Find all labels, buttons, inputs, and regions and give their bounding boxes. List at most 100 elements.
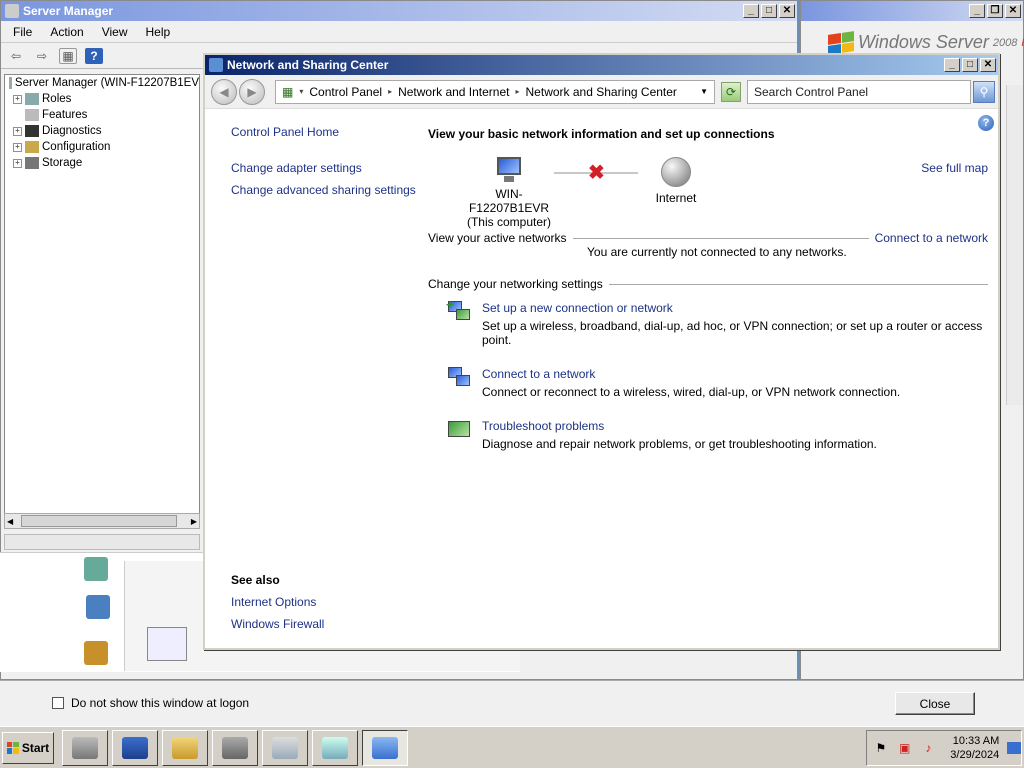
breadcrumb-network-internet[interactable]: Network and Internet	[398, 85, 509, 99]
nsc-close-button[interactable]: ✕	[980, 58, 996, 72]
taskbar-powershell-icon[interactable]	[112, 729, 158, 766]
features-icon	[25, 109, 39, 121]
chevron-right-icon[interactable]: ▸	[516, 87, 520, 96]
tree-item-storage[interactable]: + Storage	[5, 155, 199, 171]
see-full-map-link[interactable]: See full map	[921, 161, 988, 175]
network-sharing-center-window: Network and Sharing Center _ □ ✕ ◀ ▶ ▦ ▾…	[203, 53, 1000, 650]
menu-file[interactable]: File	[13, 25, 32, 39]
taskbar-admin-tools-icon[interactable]	[212, 729, 258, 766]
troubleshoot-link[interactable]: Troubleshoot problems	[482, 419, 604, 433]
windows-flag-icon	[6, 741, 19, 754]
chevron-down-icon[interactable]: ▼	[700, 87, 708, 96]
scroll-right-icon[interactable]: ▶	[191, 517, 197, 526]
speaker-muted-icon[interactable]: ♪	[921, 740, 937, 756]
menu-help[interactable]: Help	[146, 25, 171, 39]
help-icon[interactable]: ?	[85, 47, 103, 64]
forward-arrow-icon[interactable]: ⇨	[33, 48, 51, 64]
server-manager-statusbar	[4, 534, 200, 550]
dont-show-checkbox[interactable]	[52, 697, 64, 709]
add-roles-icon	[84, 557, 108, 581]
background-scrollbar[interactable]	[1006, 85, 1023, 405]
nsc-maximize-button[interactable]: □	[962, 58, 978, 72]
change-adapter-settings-link[interactable]: Change adapter settings	[231, 161, 411, 175]
address-bar[interactable]: ▦ ▾ Control Panel ▸ Network and Internet…	[275, 79, 715, 104]
tree-item-features[interactable]: Features	[5, 107, 199, 123]
show-hide-console-tree-icon[interactable]: ▦	[59, 47, 77, 64]
background-window-titlebar[interactable]: _ ❐ ✕	[801, 1, 1023, 21]
expand-icon[interactable]: +	[13, 142, 22, 152]
server-manager-menubar: File Action View Help	[1, 21, 797, 43]
tree-root-server-manager[interactable]: Server Manager (WIN-F12207B1EV	[5, 75, 199, 91]
windows-server-logo-text: Windows Server	[858, 32, 989, 52]
windows-server-logo-version: 2008	[992, 36, 1018, 49]
diagnostics-icon	[25, 125, 39, 137]
close-button[interactable]: Close	[895, 692, 975, 715]
network-disconnected-icon[interactable]: ▣	[897, 740, 913, 756]
back-arrow-icon[interactable]: ⇦	[7, 48, 25, 64]
tree-item-label: Features	[42, 109, 88, 121]
tree-horizontal-scrollbar[interactable]: ◀ ▶	[4, 513, 200, 529]
scroll-thumb[interactable]	[21, 515, 177, 527]
windows-flag-icon	[828, 30, 854, 55]
this-computer-node[interactable]: WIN-F12207B1EVR (This computer)	[464, 157, 554, 229]
server-manager-title: Server Manager	[23, 4, 114, 18]
expand-icon[interactable]: +	[13, 126, 22, 136]
active-networks-row: View your active networks Connect to a n…	[428, 231, 988, 245]
sm-minimize-button[interactable]: _	[743, 4, 759, 18]
divider	[572, 237, 869, 239]
breadcrumb-network-sharing-center[interactable]: Network and Sharing Center	[526, 85, 677, 99]
refresh-button[interactable]: ⟳	[721, 81, 741, 102]
taskbar-server-manager-icon[interactable]	[62, 729, 108, 766]
chevron-right-icon[interactable]: ▸	[388, 87, 392, 96]
start-label: Start	[21, 740, 50, 755]
tree-item-configuration[interactable]: + Configuration	[5, 139, 199, 155]
start-button[interactable]: Start	[2, 731, 54, 764]
nsc-minimize-button[interactable]: _	[944, 58, 960, 72]
chevron-right-icon[interactable]: ▾	[299, 87, 303, 96]
internet-options-link[interactable]: Internet Options	[231, 595, 324, 609]
search-button[interactable]: ⚲	[973, 80, 995, 103]
configuration-icon	[25, 141, 39, 153]
tree-item-diagnostics[interactable]: + Diagnostics	[5, 123, 199, 139]
internet-node[interactable]: Internet	[646, 157, 706, 205]
sm-close-button[interactable]: ✕	[779, 4, 795, 18]
expand-icon[interactable]: +	[13, 158, 22, 168]
setup-connection-link[interactable]: Set up a new connection or network	[482, 301, 673, 315]
expand-icon[interactable]: +	[13, 94, 22, 104]
restore-button[interactable]: ❐	[987, 4, 1003, 18]
task-connect-network: Connect to a network Connect or reconnec…	[448, 367, 988, 399]
tasks-pane: Control Panel Home Change adapter settin…	[231, 125, 416, 205]
taskbar-media-icon[interactable]	[262, 729, 308, 766]
scroll-left-icon[interactable]: ◀	[7, 517, 13, 526]
show-desktop-icon[interactable]	[1007, 742, 1022, 754]
page-title: View your basic network information and …	[428, 127, 775, 141]
nsc-titlebar[interactable]: Network and Sharing Center _ □ ✕	[205, 55, 998, 75]
taskbar-network-center-icon[interactable]	[362, 729, 408, 766]
forward-button[interactable]: ▶	[239, 78, 265, 105]
taskbar-explorer-icon[interactable]	[162, 729, 208, 766]
windows-firewall-link[interactable]: Windows Firewall	[231, 617, 324, 631]
minimize-button[interactable]: _	[969, 4, 985, 18]
tree-item-label: Diagnostics	[42, 125, 102, 137]
control-panel-home-link[interactable]: Control Panel Home	[231, 125, 411, 139]
sm-maximize-button[interactable]: □	[761, 4, 777, 18]
menu-action[interactable]: Action	[50, 25, 83, 39]
tree-root-label: Server Manager (WIN-F12207B1EV	[14, 77, 199, 89]
connect-network-task-link[interactable]: Connect to a network	[482, 367, 595, 381]
search-input[interactable]: Search Control Panel	[747, 79, 971, 104]
change-advanced-sharing-link[interactable]: Change advanced sharing settings	[231, 183, 416, 197]
disconnected-x-icon: ✖	[588, 162, 605, 184]
connect-to-network-link[interactable]: Connect to a network	[875, 231, 988, 245]
clock[interactable]: 10:33 AM 3/29/2024	[950, 734, 999, 762]
tree-item-roles[interactable]: + Roles	[5, 91, 199, 107]
action-center-flag-icon[interactable]: ⚑	[873, 740, 889, 756]
divider	[608, 283, 988, 285]
tree-item-label: Storage	[42, 157, 83, 169]
close-button[interactable]: ✕	[1005, 4, 1021, 18]
breadcrumb-control-panel[interactable]: Control Panel	[309, 85, 382, 99]
taskbar: Start ⚑ ▣ ♪ 10:33 AM 3/29/2024	[0, 726, 1024, 768]
server-manager-titlebar[interactable]: Server Manager _ □ ✕	[1, 1, 797, 21]
taskbar-notepad-icon[interactable]	[312, 729, 358, 766]
menu-view[interactable]: View	[102, 25, 128, 39]
back-button[interactable]: ◀	[211, 78, 237, 105]
